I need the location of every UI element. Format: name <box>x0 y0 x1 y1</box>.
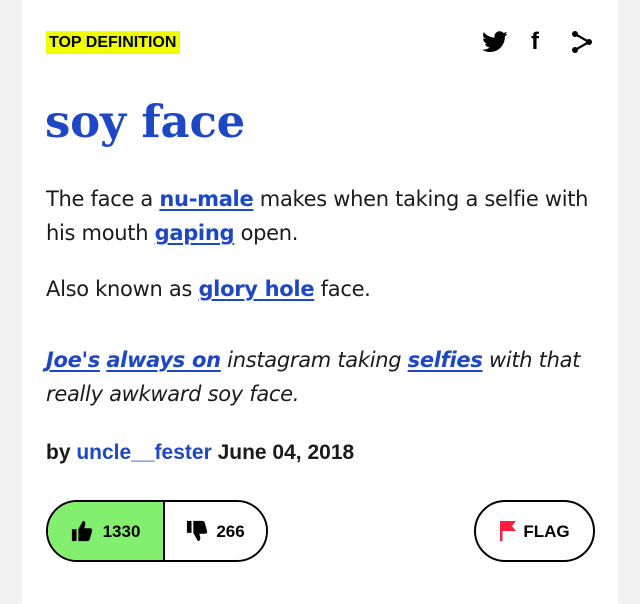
definition-text: The face a nu-male makes when taking a s… <box>46 182 596 306</box>
author-link[interactable]: uncle__fester <box>76 441 211 464</box>
top-definition-badge: TOP DEFINITION <box>46 31 181 54</box>
upvote-count: 1330 <box>102 521 141 541</box>
definition-text-segment: open. <box>234 221 299 245</box>
link-nu-male[interactable]: nu-male <box>159 187 253 211</box>
link-glory-hole[interactable]: glory hole <box>198 277 314 301</box>
definition-text-segment: Also known as <box>46 277 199 301</box>
example-text: Joe's always on instagram taking selfies… <box>46 343 596 411</box>
thumbs-up-icon <box>71 520 92 542</box>
facebook-icon[interactable]: f <box>527 28 543 56</box>
by-label: by <box>46 441 77 464</box>
downvote-button[interactable]: 266 <box>165 502 266 560</box>
link-joes[interactable]: Joe's <box>46 348 100 372</box>
share-icon[interactable] <box>570 28 594 56</box>
definition-paragraph-1: The face a nu-male makes when taking a s… <box>46 182 596 250</box>
post-date: June 04, 2018 <box>211 441 355 464</box>
downvote-count: 266 <box>216 521 245 541</box>
flag-button[interactable]: FLAG <box>474 500 595 562</box>
definition-paragraph-2: Also known as glory hole face. <box>46 272 596 306</box>
example-text-segment: instagram taking <box>220 348 408 372</box>
definition-text-segment: The face a <box>46 187 160 211</box>
link-always-on[interactable]: always on <box>106 348 221 372</box>
definition-text-segment: face. <box>314 277 371 301</box>
vote-buttons: 1330 266 <box>46 500 268 562</box>
link-gaping[interactable]: gaping <box>155 221 235 245</box>
flag-label: FLAG <box>523 521 570 541</box>
link-selfies[interactable]: selfies <box>408 348 483 372</box>
upvote-button[interactable]: 1330 <box>48 502 165 560</box>
contributor-line: by uncle__fester June 04, 2018 <box>46 438 354 468</box>
word-title[interactable]: soy face <box>45 97 245 147</box>
twitter-icon[interactable] <box>480 28 510 56</box>
flag-icon <box>500 521 517 541</box>
definition-card: TOP DEFINITION f soy face The face a nu-… <box>22 0 618 604</box>
thumbs-down-icon <box>187 520 208 542</box>
